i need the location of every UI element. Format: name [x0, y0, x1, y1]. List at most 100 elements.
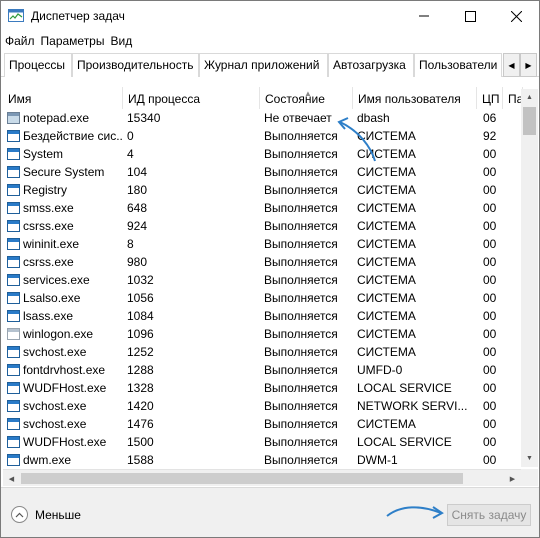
process-cpu: 00	[483, 363, 497, 377]
vertical-scroll-thumb[interactable]	[523, 107, 536, 135]
process-icon	[7, 382, 20, 394]
table-row[interactable]: Бездействие сис... 0 Выполняется СИСТЕМА 92	[3, 127, 523, 145]
scroll-left-button[interactable]: ◀	[3, 470, 20, 487]
arrow-down-icon: ▼	[526, 455, 533, 462]
vertical-scrollbar[interactable]: ▲ ▼	[521, 89, 538, 467]
process-name-cell: svchost.exe	[5, 415, 123, 433]
horizontal-scrollbar[interactable]: ◀ ▶	[3, 469, 521, 486]
table-row[interactable]: dwm.exe 1588 Выполняется DWM-1 00	[3, 451, 523, 469]
tab-users[interactable]: Пользователи	[414, 53, 502, 77]
process-name: wininit.exe	[23, 237, 80, 251]
table-row[interactable]: smss.exe 648 Выполняется СИСТЕМА 00	[3, 199, 523, 217]
process-pid: 1420	[127, 399, 154, 413]
title-bar[interactable]: Диспетчер задач	[1, 1, 539, 31]
tab-processes[interactable]: Процессы	[4, 53, 72, 77]
tab-scroll-left-button[interactable]: ◀	[503, 53, 520, 77]
table-row[interactable]: WUDFHost.exe 1500 Выполняется LOCAL SERVICE…	[3, 433, 523, 451]
process-name: Registry	[23, 183, 68, 197]
menu-view[interactable]: Вид	[107, 32, 135, 50]
maximize-button[interactable]	[447, 1, 493, 31]
process-name: svchost.exe	[23, 345, 87, 359]
column-header-pid[interactable]: ИД процесса	[123, 87, 260, 109]
process-pid: 1096	[127, 327, 154, 341]
process-name-cell: csrss.exe	[5, 217, 123, 235]
tab-performance[interactable]: Производительность	[72, 53, 199, 77]
table-row[interactable]: Registry 180 Выполняется СИСТЕМА 00	[3, 181, 523, 199]
menu-file[interactable]: Файл	[1, 32, 38, 50]
table-row[interactable]: winlogon.exe 1096 Выполняется СИСТЕМА 00	[3, 325, 523, 343]
process-user: СИСТЕМА	[357, 255, 416, 269]
table-row[interactable]: System 4 Выполняется СИСТЕМА 00	[3, 145, 523, 163]
process-name: csrss.exe	[23, 219, 74, 233]
end-task-button[interactable]: Снять задачу	[447, 504, 531, 526]
process-user: СИСТЕМА	[357, 219, 416, 233]
table-row[interactable]: fontdrvhost.exe 1288 Выполняется UMFD-0 00	[3, 361, 523, 379]
process-name: Lsalso.exe	[23, 291, 81, 305]
table-row[interactable]: Lsalso.exe 1056 Выполняется СИСТЕМА 00	[3, 289, 523, 307]
annotation-arrow-icon	[386, 506, 444, 519]
table-row[interactable]: services.exe 1032 Выполняется СИСТЕМА 00	[3, 271, 523, 289]
table-row[interactable]: Secure System 104 Выполняется СИСТЕМА 00	[3, 163, 523, 181]
tab-startup[interactable]: Автозагрузка	[328, 53, 414, 77]
process-status: Выполняется	[264, 183, 338, 197]
table-row[interactable]: WUDFHost.exe 1328 Выполняется LOCAL SERVICE…	[3, 379, 523, 397]
tab-app-history[interactable]: Журнал приложений	[199, 53, 328, 77]
table-row[interactable]: lsass.exe 1084 Выполняется СИСТЕМА 00	[3, 307, 523, 325]
scroll-right-button[interactable]: ▶	[504, 470, 521, 487]
process-cpu: 00	[483, 273, 497, 287]
table-row[interactable]: csrss.exe 980 Выполняется СИСТЕМА 00	[3, 253, 523, 271]
minimize-button[interactable]	[401, 1, 447, 31]
table-body: notepad.exe 15340 Не отвечает dbash 06 Бездей…	[3, 109, 523, 469]
fewer-details-button[interactable]: Меньше	[11, 506, 81, 523]
process-cpu: 92	[483, 129, 497, 143]
process-name-cell: services.exe	[5, 271, 123, 289]
tab-strip: Процессы Производительность Журнал прило…	[1, 53, 539, 77]
process-user: LOCAL SERVICE	[357, 435, 452, 449]
column-header-name[interactable]: Имя	[3, 87, 123, 109]
process-icon	[7, 148, 20, 160]
process-name: services.exe	[23, 273, 90, 287]
process-name: WUDFHost.exe	[23, 435, 107, 449]
scroll-down-button[interactable]: ▼	[521, 450, 538, 467]
column-header-user[interactable]: Имя пользователя	[353, 87, 477, 109]
chevron-left-icon: ◀	[508, 60, 515, 70]
process-name: dwm.exe	[23, 453, 72, 467]
column-header-memory[interactable]: Па	[503, 87, 523, 109]
table-row[interactable]: svchost.exe 1420 Выполняется NETWORK SERVI.…	[3, 397, 523, 415]
horizontal-scroll-thumb[interactable]	[21, 473, 463, 484]
process-name-cell: smss.exe	[5, 199, 123, 217]
table-row[interactable]: csrss.exe 924 Выполняется СИСТЕМА 00	[3, 217, 523, 235]
process-cpu: 06	[483, 111, 497, 125]
process-name-cell: wininit.exe	[5, 235, 123, 253]
close-button[interactable]	[493, 1, 539, 31]
table-row[interactable]: wininit.exe 8 Выполняется СИСТЕМА 00	[3, 235, 523, 253]
process-cpu: 00	[483, 201, 497, 215]
process-user: СИСТЕМА	[357, 345, 416, 359]
process-icon	[7, 166, 20, 178]
process-cpu: 00	[483, 399, 497, 413]
process-pid: 924	[127, 219, 148, 233]
process-name: csrss.exe	[23, 255, 74, 269]
task-manager-icon	[8, 9, 24, 22]
process-name-cell: Registry	[5, 181, 123, 199]
process-icon	[7, 310, 20, 322]
column-header-cpu[interactable]: ЦП	[477, 87, 503, 109]
process-name: WUDFHost.exe	[23, 381, 107, 395]
process-cpu: 00	[483, 237, 497, 251]
table-row[interactable]: svchost.exe 1252 Выполняется СИСТЕМА 00	[3, 343, 523, 361]
process-status: Выполняется	[264, 345, 338, 359]
process-status: Выполняется	[264, 255, 338, 269]
scroll-up-button[interactable]: ▲	[521, 89, 538, 106]
table-row[interactable]: notepad.exe 15340 Не отвечает dbash 06	[3, 109, 523, 127]
process-cpu: 00	[483, 291, 497, 305]
menu-options[interactable]: Параметры	[38, 32, 108, 50]
process-name-cell: Secure System	[5, 163, 123, 181]
process-status: Выполняется	[264, 201, 338, 215]
table-row[interactable]: svchost.exe 1476 Выполняется СИСТЕМА 00	[3, 415, 523, 433]
process-cpu: 00	[483, 147, 497, 161]
close-icon	[510, 10, 522, 22]
arrow-right-icon: ▶	[509, 475, 516, 483]
process-status: Выполняется	[264, 291, 338, 305]
maximize-icon	[464, 10, 476, 22]
tab-scroll-right-button[interactable]: ▶	[520, 53, 537, 77]
